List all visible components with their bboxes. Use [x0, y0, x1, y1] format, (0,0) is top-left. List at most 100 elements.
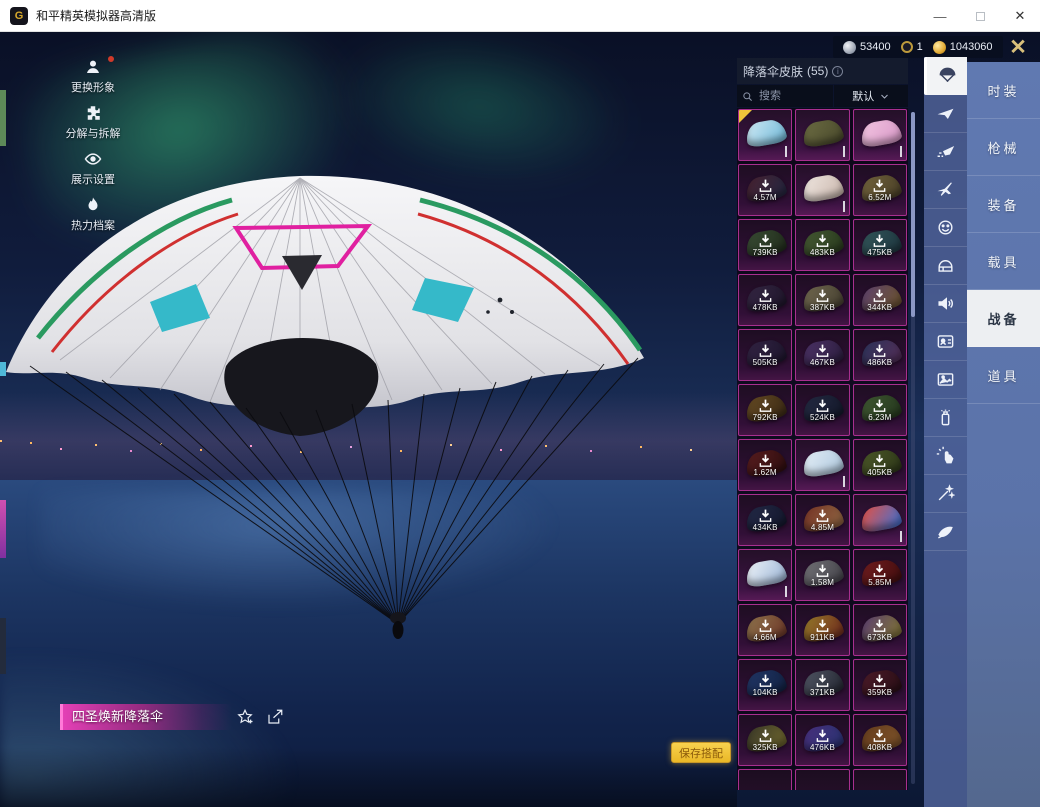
tab-载具[interactable]: 载具 [967, 233, 1040, 290]
download-overlay: 467KB [796, 330, 849, 380]
skin-cell[interactable]: 387KB [795, 274, 850, 326]
glider-icon [936, 104, 955, 123]
download-size: 344KB [867, 303, 893, 312]
strip-tab-landing-effect[interactable] [924, 513, 967, 551]
skin-cell[interactable]: 792KB [738, 384, 793, 436]
skin-cell[interactable]: 1.58M [795, 549, 850, 601]
skin-cell[interactable] [795, 164, 850, 216]
star-plus-icon[interactable] [236, 708, 254, 726]
left-menu-item[interactable]: 热力档案 [58, 196, 128, 233]
save-outfit-button[interactable]: 保存搭配 [671, 742, 731, 763]
skin-cell[interactable]: 344KB [852, 274, 907, 326]
skin-cell[interactable]: 325KB [738, 714, 793, 766]
background-window-sliver [0, 500, 6, 558]
download-overlay: 408KB [853, 715, 906, 765]
tab-时装[interactable]: 时装 [967, 62, 1040, 119]
search-input[interactable] [757, 89, 828, 103]
panel-header: 降落伞皮肤 (55) i [737, 58, 908, 84]
skin-cell[interactable]: 5.85M [852, 549, 907, 601]
skin-cell[interactable]: 1.62M [738, 439, 793, 491]
skin-cell[interactable]: 483KB [795, 219, 850, 271]
selected-item-name: 四圣焕新降落伞 [60, 704, 232, 730]
skin-cell[interactable]: 476KB [795, 714, 850, 766]
parachute-thumbnail [858, 502, 903, 534]
skin-cell[interactable]: 673KB [852, 604, 907, 656]
strip-tab-speaker[interactable] [924, 285, 967, 323]
left-menu-item[interactable]: 更换形象 [58, 56, 128, 95]
strip-tab-plane-trail[interactable] [924, 133, 967, 171]
download-icon [815, 343, 830, 358]
currency-item[interactable]: 53400 [843, 40, 891, 54]
download-size: 792KB [752, 413, 778, 422]
skin-cell[interactable] [852, 494, 907, 546]
download-size: 483KB [809, 248, 835, 257]
download-icon [872, 178, 887, 193]
strip-tab-emote[interactable] [924, 209, 967, 247]
close-button[interactable]: ✕ [1000, 0, 1040, 32]
search-icon [743, 91, 752, 101]
skin-cell[interactable]: 486KB [852, 329, 907, 381]
skin-cell[interactable]: 359KB [852, 659, 907, 711]
download-size: 434KB [752, 523, 778, 532]
skin-cell[interactable]: 408KB [852, 714, 907, 766]
download-icon [758, 453, 773, 468]
skin-cell[interactable]: 434KB [738, 494, 793, 546]
strip-tab-tap-effect[interactable] [924, 437, 967, 475]
skin-cell[interactable]: 405KB [852, 439, 907, 491]
skin-cell[interactable] [852, 109, 907, 161]
tab-装备[interactable]: 装备 [967, 176, 1040, 233]
skin-cell-partial[interactable] [738, 769, 793, 790]
app-window: G 和平精英模拟器高清版 — ✕ 53400 1 1043060 ✕ 更换形象 … [0, 0, 1040, 807]
strip-tab-wand-effect[interactable] [924, 475, 967, 513]
skin-cell[interactable]: 6.52M [852, 164, 907, 216]
tab-道具[interactable]: 道具 [967, 347, 1040, 404]
skin-cell[interactable]: 739KB [738, 219, 793, 271]
plane-trail-icon [936, 142, 955, 161]
parachute-thumbnail [801, 447, 846, 479]
tab-枪械[interactable]: 枪械 [967, 119, 1040, 176]
left-menu-item[interactable]: 展示设置 [58, 150, 128, 187]
search-box[interactable] [737, 85, 833, 107]
close-game-panel-button[interactable]: ✕ [998, 32, 1038, 62]
sort-dropdown[interactable]: 默认 [833, 85, 908, 107]
skin-cell[interactable]: 4.57M [738, 164, 793, 216]
panel-title: 降落伞皮肤 [743, 64, 804, 79]
skin-cell[interactable] [738, 109, 793, 161]
skin-cell[interactable]: 524KB [795, 384, 850, 436]
download-icon [872, 728, 887, 743]
strip-tab-gallery[interactable] [924, 361, 967, 399]
scrollbar-thumb[interactable] [911, 112, 915, 317]
currency-item[interactable]: 1 [900, 41, 923, 53]
maximize-button[interactable] [960, 0, 1000, 32]
skin-cell[interactable]: 478KB [738, 274, 793, 326]
strip-tab-spray[interactable] [924, 399, 967, 437]
skin-cell[interactable]: 371KB [795, 659, 850, 711]
skin-cell-partial[interactable] [795, 769, 850, 790]
skin-cell[interactable]: 4.66M [738, 604, 793, 656]
download-icon [758, 508, 773, 523]
skin-cell[interactable] [738, 549, 793, 601]
skin-cell[interactable]: 6.23M [852, 384, 907, 436]
strip-tab-parachute[interactable] [924, 57, 967, 95]
currency-item[interactable]: 1043060 [932, 40, 993, 54]
download-size: 4.85M [810, 523, 835, 532]
skin-cell[interactable]: 104KB [738, 659, 793, 711]
skin-cell[interactable]: 911KB [795, 604, 850, 656]
grid-scrollbar[interactable] [911, 112, 915, 784]
skin-cell[interactable]: 467KB [795, 329, 850, 381]
left-menu-item[interactable]: 分解与拆解 [58, 104, 128, 141]
share-icon[interactable] [266, 708, 284, 726]
parachute-thumbnail [858, 117, 903, 149]
skin-cell[interactable]: 475KB [852, 219, 907, 271]
skin-cell[interactable]: 505KB [738, 329, 793, 381]
minimize-button[interactable]: — [920, 0, 960, 32]
skin-cell[interactable] [795, 109, 850, 161]
strip-tab-glider[interactable] [924, 95, 967, 133]
strip-tab-helmet[interactable] [924, 247, 967, 285]
skin-cell[interactable]: 4.85M [795, 494, 850, 546]
skin-cell-partial[interactable] [852, 769, 907, 790]
strip-tab-plane[interactable] [924, 171, 967, 209]
skin-cell[interactable] [795, 439, 850, 491]
tab-战备[interactable]: 战备 [967, 290, 1040, 347]
strip-tab-id-card[interactable] [924, 323, 967, 361]
